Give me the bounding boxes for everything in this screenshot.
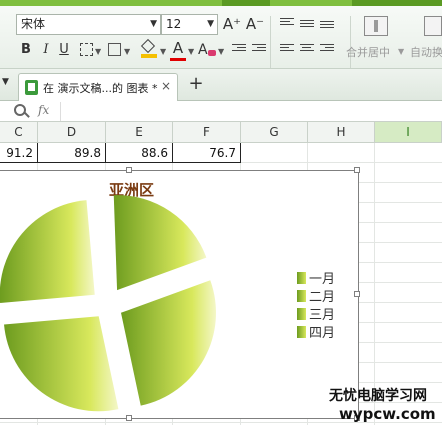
resize-handle[interactable] (126, 167, 132, 173)
indent-decrease-icon[interactable] (232, 44, 246, 56)
ribbon-toolbar: 宋体 ▼ 12 ▼ A⁺ A⁻ B I U ▼ ▼ ▼ A ▼ A ▼ 合并居中… (0, 6, 442, 69)
document-tab[interactable]: 在 演示文稿...的 图表 * × (18, 73, 178, 101)
pie-slice-三月[interactable] (4, 316, 119, 412)
formula-bar: fx (0, 101, 442, 122)
align-right-icon[interactable] (320, 44, 334, 56)
cell-f[interactable]: 76.7 (173, 143, 240, 163)
eraser-icon (208, 50, 216, 56)
align-bottom-icon[interactable] (320, 21, 334, 33)
pie-slice-二月[interactable] (120, 280, 216, 406)
underline-button[interactable]: U (54, 40, 74, 60)
new-tab-button[interactable]: + (185, 73, 207, 94)
font-size-combo[interactable]: 12 ▼ (161, 14, 218, 35)
chevron-down-icon[interactable]: ▼ (2, 77, 9, 87)
legend-item: 四月 (297, 325, 335, 343)
pie-slice-四月[interactable] (0, 200, 95, 303)
spreadsheet-window: 宋体 ▼ 12 ▼ A⁺ A⁻ B I U ▼ ▼ ▼ A ▼ A ▼ 合并居中… (0, 0, 442, 425)
legend-item: 二月 (297, 289, 335, 307)
resize-handle[interactable] (354, 291, 360, 297)
legend-item: 一月 (297, 271, 335, 289)
cell-e[interactable]: 88.6 (106, 143, 172, 163)
chevron-down-icon[interactable]: ▼ (124, 47, 130, 56)
align-center-icon[interactable] (300, 44, 314, 56)
pie-chart[interactable]: 亚洲区 一月 二月 三月 四月 (0, 170, 359, 419)
shrink-font-button[interactable]: A⁻ (245, 14, 265, 34)
italic-button[interactable]: I (36, 40, 56, 60)
indent-increase-icon[interactable] (252, 44, 266, 56)
column-header-e[interactable]: E (106, 122, 173, 143)
fill-color-icon[interactable] (140, 38, 157, 58)
pie-slice-一月[interactable] (113, 195, 207, 291)
align-top-icon[interactable] (280, 18, 294, 30)
column-header-c[interactable]: C (0, 122, 38, 143)
auto-wrap-button[interactable]: 自动换 (410, 44, 442, 60)
font-color-swatch (170, 58, 186, 61)
column-header-d[interactable]: D (38, 122, 106, 143)
column-header-i[interactable]: I (375, 122, 442, 143)
font-color-label: A (172, 39, 184, 57)
chevron-down-icon[interactable]: ▼ (188, 47, 194, 56)
cell-format-icon[interactable] (108, 43, 121, 56)
column-header-h[interactable]: H (308, 122, 375, 143)
align-left-icon[interactable] (280, 44, 294, 56)
font-name-combo[interactable]: 宋体 ▼ (16, 14, 161, 35)
chevron-down-icon[interactable]: ▼ (160, 47, 166, 56)
close-icon[interactable]: × (161, 79, 171, 93)
align-middle-icon[interactable] (300, 20, 314, 32)
bold-button[interactable]: B (16, 40, 36, 60)
resize-handle[interactable] (354, 167, 360, 173)
document-tab-bar: ▼ 在 演示文稿...的 图表 * × + (0, 69, 442, 101)
chevron-down-icon[interactable]: ▼ (95, 47, 101, 56)
border-icon[interactable] (80, 43, 93, 56)
chevron-down-icon[interactable]: ▼ (218, 47, 224, 56)
search-icon[interactable] (14, 104, 26, 116)
font-size-value: 12 (166, 17, 182, 31)
resize-handle[interactable] (126, 415, 132, 421)
grow-font-button[interactable]: A⁺ (222, 14, 242, 34)
function-icon[interactable]: fx (38, 103, 49, 117)
site-watermark: 无忧电脑学习网 wypcw.com (329, 388, 436, 423)
chart-legend: 一月 二月 三月 四月 (297, 271, 335, 343)
merge-center-button[interactable]: 合并居中 (346, 44, 390, 60)
auto-wrap-icon[interactable] (424, 16, 442, 36)
chevron-down-icon[interactable]: ▼ (398, 47, 404, 56)
tab-title: 在 演示文稿...的 图表 * (43, 82, 158, 95)
cell-d[interactable]: 89.8 (38, 143, 105, 163)
chevron-down-icon: ▼ (207, 19, 214, 29)
formula-input[interactable] (60, 102, 442, 121)
column-header-g[interactable]: G (241, 122, 308, 143)
chevron-down-icon: ▼ (150, 19, 157, 29)
legend-item: 三月 (297, 307, 335, 325)
merge-center-icon[interactable] (364, 16, 388, 36)
spreadsheet-doc-icon (25, 80, 38, 95)
cell-c[interactable]: 91.2 (0, 143, 37, 163)
column-header-f[interactable]: F (173, 122, 241, 143)
font-name-value: 宋体 (21, 17, 46, 31)
font-color-button[interactable]: A (168, 38, 188, 58)
